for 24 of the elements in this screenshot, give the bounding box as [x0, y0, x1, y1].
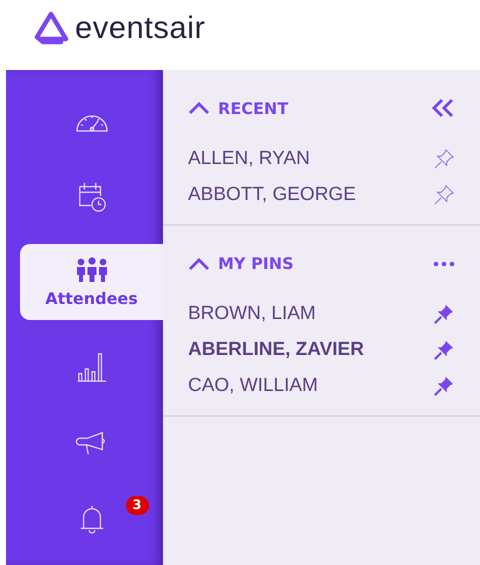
- nav-item[interactable]: Attendees: [20, 244, 163, 320]
- people-icon: [74, 256, 108, 282]
- bar-chart-icon: [76, 351, 108, 383]
- logo-icon: [33, 11, 69, 45]
- chevron-icon[interactable]: [188, 256, 210, 270]
- megaphone-icon: [76, 429, 108, 457]
- notification-badge: 3: [126, 496, 149, 515]
- attendee-link[interactable]: ABERLINE, ZAVIER: [188, 339, 364, 361]
- pin-icon[interactable]: [433, 375, 455, 397]
- section-title: RECENT: [218, 98, 290, 118]
- chevron-icon[interactable]: [188, 101, 210, 115]
- attendee-link[interactable]: ABBOTT, GEORGE: [188, 184, 356, 206]
- nav-item[interactable]: 3: [20, 488, 163, 550]
- more-icon[interactable]: [433, 260, 455, 266]
- logo-text: eventsair: [75, 10, 206, 46]
- pin-outline-icon[interactable]: [433, 184, 455, 206]
- pin-icon[interactable]: [433, 339, 455, 361]
- attendee-link[interactable]: CAO, WILLIAM: [188, 375, 318, 397]
- pin-outline-icon[interactable]: [433, 148, 455, 170]
- double-chevron-icon[interactable]: [431, 98, 455, 118]
- attendee-link[interactable]: BROWN, LIAM: [188, 303, 316, 325]
- pin-icon[interactable]: [433, 303, 455, 325]
- attendee-link[interactable]: ALLEN, RYAN: [188, 148, 310, 170]
- section-title: MY PINS: [218, 254, 295, 273]
